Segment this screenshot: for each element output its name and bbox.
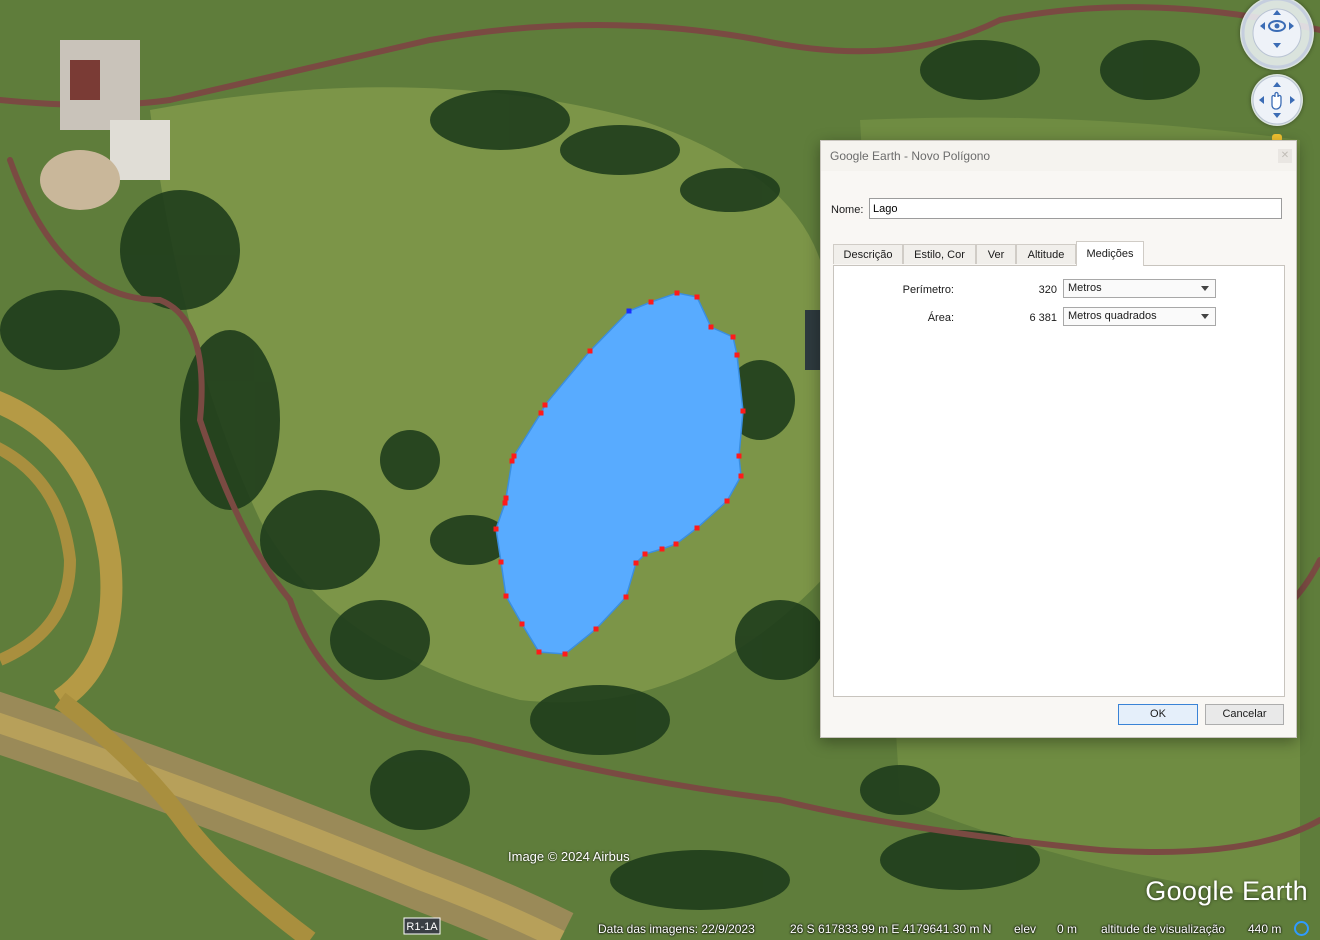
- polygon-vertex[interactable]: [642, 551, 648, 557]
- perimeter-unit-value: Metros: [1068, 282, 1102, 294]
- polygon-vertex[interactable]: [498, 559, 504, 565]
- tab-altitude[interactable]: Altitude: [1016, 244, 1076, 264]
- polygon-vertex[interactable]: [626, 308, 632, 314]
- streaming-indicator-icon: [1294, 921, 1309, 936]
- polygon-vertex[interactable]: [509, 458, 515, 464]
- chevron-down-icon: [1201, 286, 1209, 291]
- tab-ver[interactable]: Ver: [976, 244, 1016, 264]
- polygon-vertex[interactable]: [633, 560, 639, 566]
- polygon-vertex[interactable]: [511, 453, 517, 459]
- perimeter-unit-select[interactable]: Metros: [1063, 279, 1216, 298]
- polygon-vertex[interactable]: [694, 294, 700, 300]
- status-bar: Data das imagens: 22/9/2023 26 S 617833.…: [0, 918, 1320, 940]
- tab-descricao[interactable]: Descrição: [833, 244, 903, 264]
- polygon-vertex[interactable]: [519, 621, 525, 627]
- polygon-vertex[interactable]: [694, 525, 700, 531]
- dialog-title: Google Earth - Novo Polígono: [830, 149, 991, 163]
- tab-medicoes[interactable]: Medições: [1076, 241, 1144, 266]
- polygon-vertex[interactable]: [536, 649, 542, 655]
- polygon-vertex[interactable]: [730, 334, 736, 340]
- polygon-vertex[interactable]: [503, 593, 509, 599]
- polygon-vertex[interactable]: [538, 410, 544, 416]
- elevation-value: 0 m: [1057, 922, 1078, 936]
- google-earth-logo: Google Earth: [1145, 876, 1308, 906]
- polygon-vertex[interactable]: [562, 651, 568, 657]
- polygon-vertex[interactable]: [587, 348, 593, 354]
- area-unit-select[interactable]: Metros quadrados: [1063, 307, 1216, 326]
- polygon-vertex[interactable]: [740, 408, 746, 414]
- polygon-vertex[interactable]: [623, 594, 629, 600]
- name-field[interactable]: [869, 198, 1282, 219]
- polygon-vertex[interactable]: [493, 526, 499, 532]
- polygon-vertex[interactable]: [648, 299, 654, 305]
- polygon-vertex[interactable]: [734, 352, 740, 358]
- eye-altitude-value: 440 m: [1248, 922, 1282, 936]
- close-icon[interactable]: ✕: [1278, 149, 1292, 163]
- cancel-button[interactable]: Cancelar: [1205, 704, 1284, 725]
- perimeter-value: 320: [1038, 284, 1057, 296]
- pan-control[interactable]: [1251, 74, 1303, 126]
- polygon-vertex[interactable]: [502, 500, 508, 506]
- polygon-vertex[interactable]: [673, 541, 679, 547]
- imagery-date: Data das imagens: 22/9/2023: [598, 922, 755, 936]
- dialog-titlebar[interactable]: Google Earth - Novo Polígono ✕: [821, 141, 1296, 171]
- area-unit-value: Metros quadrados: [1068, 310, 1157, 322]
- polygon-vertex[interactable]: [708, 324, 714, 330]
- polygon-vertex[interactable]: [738, 473, 744, 479]
- eye-altitude-label: altitude de visualização: [1101, 922, 1226, 936]
- polygon-vertex[interactable]: [736, 453, 742, 459]
- polygon-vertex[interactable]: [542, 402, 548, 408]
- chevron-down-icon: [1201, 314, 1209, 319]
- polygon-vertex[interactable]: [593, 626, 599, 632]
- perimeter-label: Perímetro:: [902, 284, 954, 296]
- tab-estilo-cor[interactable]: Estilo, Cor: [903, 244, 976, 264]
- imagery-credit: Image © 2024 Airbus: [508, 849, 630, 864]
- ok-button[interactable]: OK: [1118, 704, 1198, 725]
- polygon-vertex[interactable]: [659, 546, 665, 552]
- pan-hand-icon: [1252, 75, 1302, 125]
- coordinates-readout: 26 S 617833.99 m E 4179641.30 m N: [790, 922, 992, 936]
- polygon-vertex[interactable]: [674, 290, 680, 296]
- new-polygon-dialog: Google Earth - Novo Polígono ✕ Nome: Des…: [820, 140, 1297, 738]
- area-value: 6 381: [1029, 312, 1057, 324]
- look-around-icon: [1241, 0, 1313, 69]
- name-label: Nome:: [831, 204, 864, 216]
- look-around-control[interactable]: [1240, 0, 1314, 70]
- area-label: Área:: [927, 312, 954, 324]
- measurements-panel: Perímetro: 320 Metros Área: 6 381 Metros…: [833, 265, 1285, 697]
- polygon-vertex[interactable]: [724, 498, 730, 504]
- elevation-label: elev: [1014, 922, 1037, 936]
- polygon-vertex[interactable]: [503, 495, 509, 501]
